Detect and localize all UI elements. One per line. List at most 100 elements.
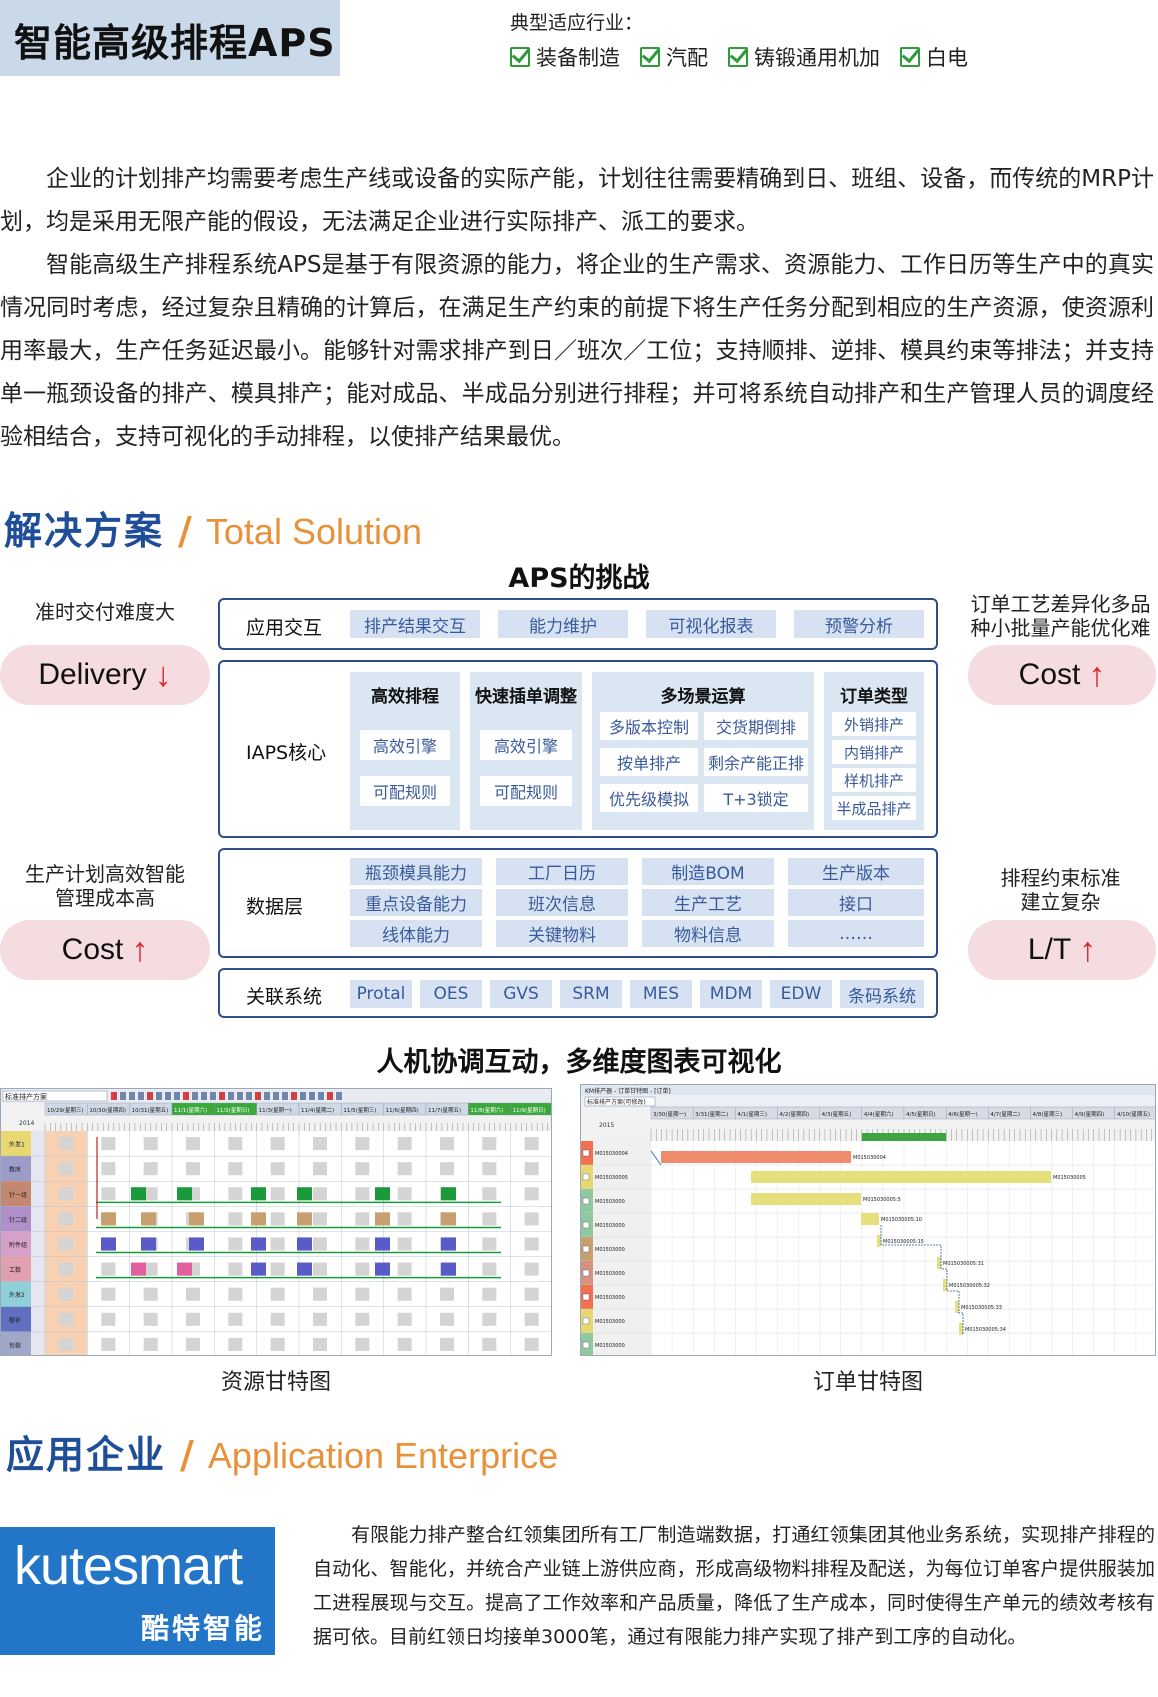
gantt-bar [251, 1262, 266, 1276]
toolbar-icon [336, 1092, 342, 1100]
gantt-bar [251, 1237, 266, 1251]
shift-block [59, 1262, 73, 1276]
expand-icon [582, 1245, 590, 1253]
gantt-bar [955, 1301, 959, 1313]
chip: 可视化报表 [646, 610, 776, 638]
expand-icon [582, 1221, 590, 1229]
toolbar-icon [318, 1092, 324, 1100]
intro-paragraph: 智能高级生产排程系统APS是基于有限资源的能力，将企业的生产需求、资源能力、工作… [0, 252, 1154, 450]
scheme-combo[interactable]: 标准排产方案 [5, 1092, 47, 1101]
shift-block [270, 1337, 285, 1351]
layer-application: 应用交互 排产结果交互 能力维护 可视化报表 预警分析 [218, 598, 938, 650]
shift-block [59, 1162, 73, 1176]
shift-block [313, 1312, 327, 1326]
shift-block [397, 1262, 412, 1276]
toolbar-icon [183, 1092, 189, 1100]
shift-block [397, 1187, 412, 1201]
gantt-bar [375, 1187, 390, 1201]
shift-block [355, 1212, 370, 1226]
date-label: 4/8(星期三) [1033, 1111, 1063, 1118]
shift-block [101, 1337, 116, 1351]
shift-block [482, 1162, 497, 1176]
shift-block [355, 1287, 370, 1301]
shift-block [482, 1287, 497, 1301]
shift-block [524, 1262, 539, 1276]
row-label: 外发1 [9, 1141, 25, 1149]
layer-core: IAPS核心 高效排程 高效引擎 可配规则 快速插单调整 高效引擎 可配规则 多… [218, 660, 938, 838]
arrow-up-icon: ↑ [1079, 930, 1097, 969]
shift-block [524, 1212, 539, 1226]
side-label: 排程约束标准 建立复杂 [1000, 866, 1121, 914]
date-label: 4/1(星期三) [737, 1111, 767, 1118]
shift-block [355, 1187, 370, 1201]
row-label: M015030004 [595, 1151, 628, 1157]
solution-heading: 解决方案 / Total Solution [4, 509, 423, 553]
gantt-bar [441, 1187, 456, 1201]
row-label: M01503000 [595, 1343, 625, 1349]
toolbar-icon [309, 1092, 315, 1100]
shift-block [440, 1137, 454, 1151]
shift-block [482, 1212, 497, 1226]
shift-block [143, 1137, 158, 1151]
row-label: 附件组 [9, 1241, 27, 1249]
shift-block [270, 1287, 285, 1301]
shift-block [313, 1262, 327, 1276]
gantt-bar [131, 1187, 146, 1201]
bar-label: M015030005:10 [881, 1217, 922, 1223]
gantt-bar [861, 1213, 879, 1225]
expand-icon [582, 1341, 590, 1349]
gantt-bar [877, 1235, 881, 1247]
shift-block [355, 1337, 370, 1351]
checkbox-icon [900, 47, 920, 67]
toolbar-icon [147, 1092, 153, 1100]
row-label: 工数 [9, 1266, 21, 1274]
shift-block [397, 1287, 412, 1301]
gantt-title: 人机协调互动，多维度图表可视化 [376, 1047, 782, 1078]
row-label: 包装 [9, 1341, 21, 1349]
row-label: M01503000 [595, 1271, 625, 1277]
gantt-year: 2014 [19, 1120, 34, 1127]
chip: 排产结果交互 [350, 610, 480, 638]
shift-block [313, 1237, 327, 1251]
gantt-bar [189, 1237, 204, 1251]
row-label: M01503000 [595, 1247, 625, 1253]
industry-item: 白电 [900, 42, 968, 72]
shift-block [186, 1137, 200, 1151]
toolbar-icon [264, 1092, 270, 1100]
shift-block [355, 1262, 370, 1276]
date-label: 11/5(星期三) [343, 1107, 376, 1114]
toolbar-icon [219, 1092, 225, 1100]
row-label: M015030005 [595, 1175, 628, 1181]
gantt-bar [297, 1237, 312, 1251]
gantt-bar [101, 1237, 116, 1251]
toolbar-icon [237, 1092, 243, 1100]
date-label: 11/4(星期二) [301, 1107, 334, 1114]
row-label: M01503000 [595, 1295, 625, 1301]
shift-block [313, 1287, 327, 1301]
delivery-pill: Delivery ↓ [0, 645, 210, 705]
industry-item: 汽配 [640, 42, 708, 72]
cost-pill: Cost ↑ [0, 920, 210, 980]
shift-block [270, 1137, 285, 1151]
expand-icon [582, 1293, 590, 1301]
industry-item: 铸锻通用机加 [728, 42, 880, 72]
bar-label: M015030005:31 [943, 1261, 984, 1267]
date-label: 3/30(星期一) [653, 1111, 686, 1118]
shift-block [143, 1287, 158, 1301]
intro-paragraph: 企业的计划排产均需要考虑生产线或设备的实际产能，计划往往需要精确到日、班组、设备… [0, 166, 1154, 235]
gantt-bar [959, 1323, 963, 1335]
toolbar-icon [129, 1092, 135, 1100]
layer-data: 数据层 瓶颈模具能力 工厂日历 制造BOM 生产版本 重点设备能力 班次信息 生… [218, 848, 938, 958]
gantt-year: 2015 [599, 1122, 614, 1129]
shift-block [440, 1162, 454, 1176]
side-label: 订单工艺差异化多品 种小批量产能优化难 [970, 592, 1151, 640]
order-gantt-canvas: KM排产器 - 订单甘特图 - [订单] 标准排产方案(可修改) 2015 3/… [581, 1085, 1155, 1355]
shift-block [482, 1237, 497, 1251]
gantt-bar [297, 1262, 312, 1276]
shift-block [482, 1337, 497, 1351]
scheme-combo[interactable]: 标准排产方案(可修改) [587, 1098, 646, 1106]
arrow-down-icon: ↓ [154, 655, 172, 694]
shift-block [313, 1187, 327, 1201]
industry-item: 装备制造 [510, 42, 620, 72]
toolbar-icon [246, 1092, 252, 1100]
